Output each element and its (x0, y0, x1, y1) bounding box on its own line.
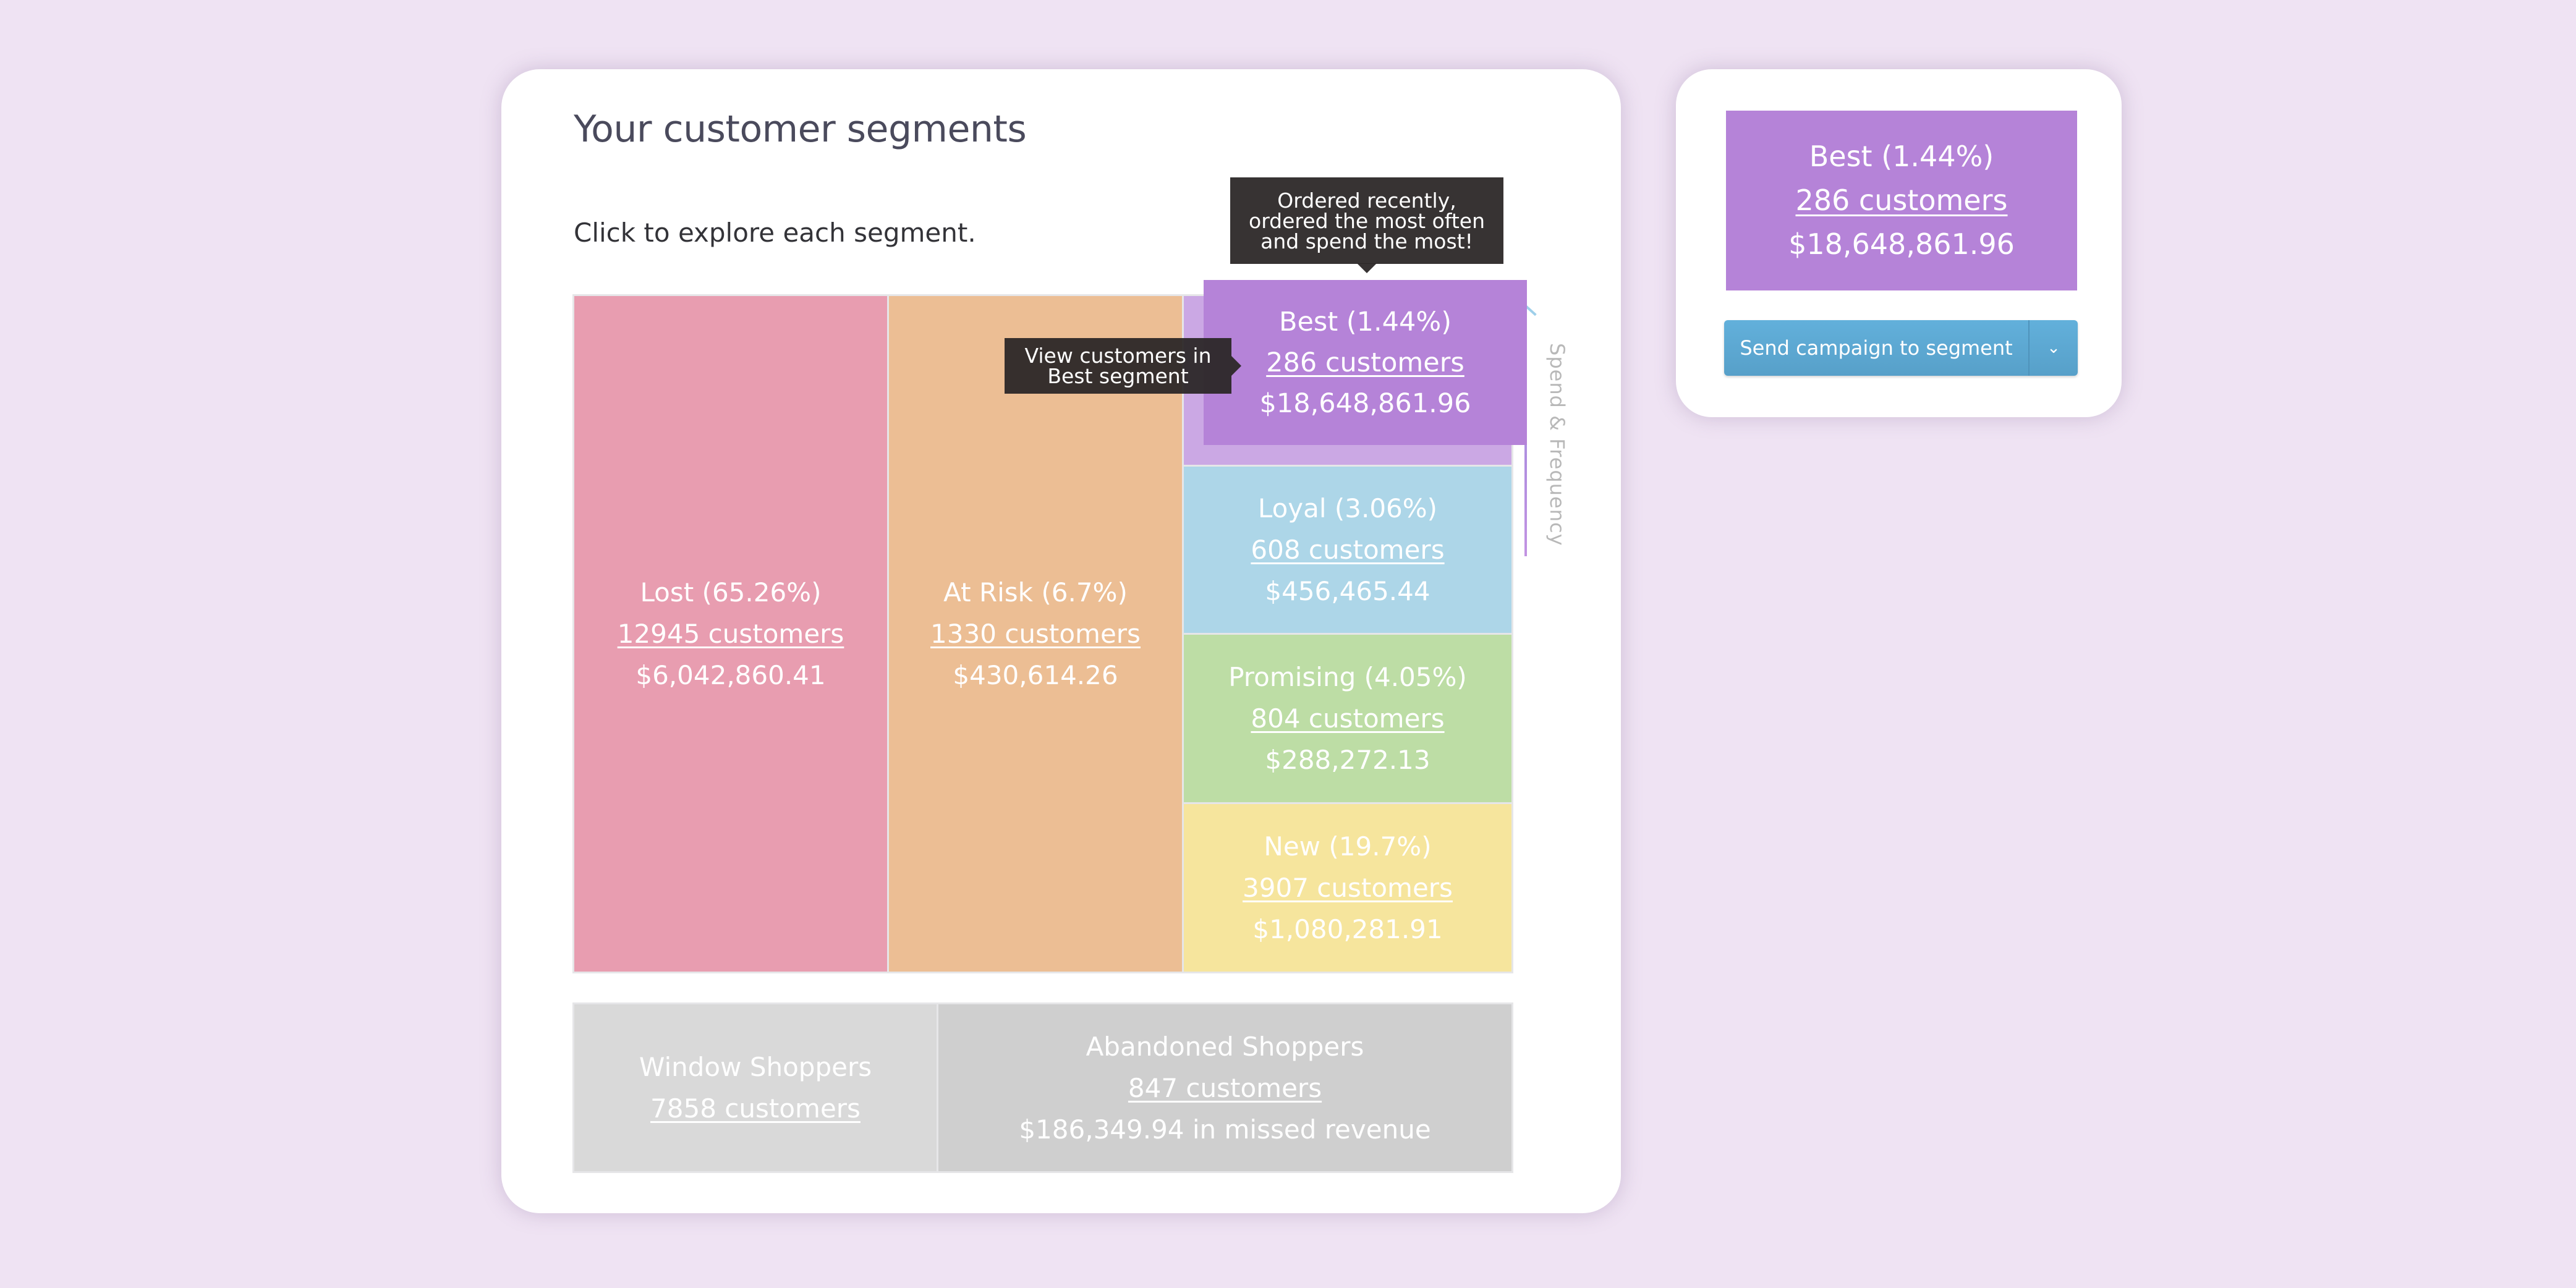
segment-customers-link[interactable]: 608 customers (1251, 529, 1444, 570)
segment-customers-link[interactable]: 847 customers (1128, 1067, 1322, 1109)
selected-segment-customers-link[interactable]: 286 customers (1795, 179, 2007, 222)
segment-label: Lost (65.26%) (640, 577, 822, 608)
segment-label: Promising (4.05%) (1228, 662, 1467, 692)
segment-revenue: $18,648,861.96 (1259, 388, 1471, 419)
segment-customers-link[interactable]: 286 customers (1266, 342, 1464, 383)
segment-customers-link[interactable]: 1330 customers (930, 613, 1141, 655)
segment-revenue: $6,042,860.41 (635, 660, 826, 690)
segment-at-risk[interactable]: At Risk (6.7%) 1330 customers $430,614.2… (889, 296, 1182, 972)
segment-label: At Risk (6.7%) (943, 577, 1128, 608)
segment-label: New (19.7%) (1264, 831, 1432, 862)
segment-revenue: $1,080,281.91 (1252, 914, 1443, 944)
view-customers-tooltip: View customers in Best segment (1005, 338, 1241, 394)
tooltip-text: View customers in Best segment (1024, 344, 1212, 388)
segment-revenue: $430,614.26 (953, 660, 1118, 690)
segment-label: Best (1.44%) (1278, 306, 1452, 337)
segment-customers-link[interactable]: 804 customers (1251, 698, 1444, 739)
campaign-dropdown-toggle[interactable]: ⌄ (2030, 320, 2078, 376)
segment-customers-link[interactable]: 3907 customers (1243, 867, 1453, 909)
page-title: Your customer segments (574, 108, 1027, 151)
segment-label: Window Shoppers (639, 1052, 872, 1082)
segment-lost[interactable]: Lost (65.26%) 12945 customers $6,042,860… (574, 296, 887, 972)
best-description-tooltip: Ordered recently, ordered the most often… (1230, 177, 1503, 273)
segment-loyal[interactable]: Loyal (3.06%) 608 customers $456,465.44 (1184, 467, 1511, 633)
other-segments: Window Shoppers 7858 customers Abandoned… (572, 1002, 1513, 1173)
selected-segment-label: Best (1.44%) (1809, 140, 1994, 173)
segment-revenue: $186,349.94 in missed revenue (1019, 1114, 1431, 1145)
segment-revenue: $456,465.44 (1265, 576, 1430, 606)
segment-label: Loyal (3.06%) (1257, 493, 1438, 523)
selected-segment-revenue: $18,648,861.96 (1788, 227, 2015, 261)
subtitle: Click to explore each segment. (574, 218, 976, 248)
segment-label: Abandoned Shoppers (1086, 1031, 1364, 1062)
chevron-down-icon: ⌄ (2047, 339, 2060, 357)
segment-revenue: $288,272.13 (1265, 745, 1430, 775)
segment-abandoned-shoppers[interactable]: Abandoned Shoppers 847 customers $186,34… (938, 1004, 1511, 1171)
segment-promising[interactable]: Promising (4.05%) 804 customers $288,272… (1184, 635, 1511, 802)
send-campaign-button[interactable]: Send campaign to segment (1724, 320, 2030, 376)
segment-new[interactable]: New (19.7%) 3907 customers $1,080,281.91 (1184, 804, 1511, 972)
campaign-button-group: Send campaign to segment ⌄ (1724, 320, 2078, 376)
selected-segment-card: Best (1.44%) 286 customers $18,648,861.9… (1676, 69, 2122, 417)
segment-customers-link[interactable]: 7858 customers (650, 1088, 861, 1129)
segment-window-shoppers[interactable]: Window Shoppers 7858 customers (574, 1004, 937, 1171)
axis-label: Spend & Frequency (1545, 343, 1569, 546)
tooltip-text: Ordered recently, ordered the most often… (1249, 188, 1485, 253)
segment-customers-link[interactable]: 12945 customers (618, 613, 844, 655)
best-segment-highlight[interactable]: Best (1.44%) 286 customers $18,648,861.9… (1204, 280, 1527, 445)
selected-segment-summary: Best (1.44%) 286 customers $18,648,861.9… (1726, 111, 2077, 290)
